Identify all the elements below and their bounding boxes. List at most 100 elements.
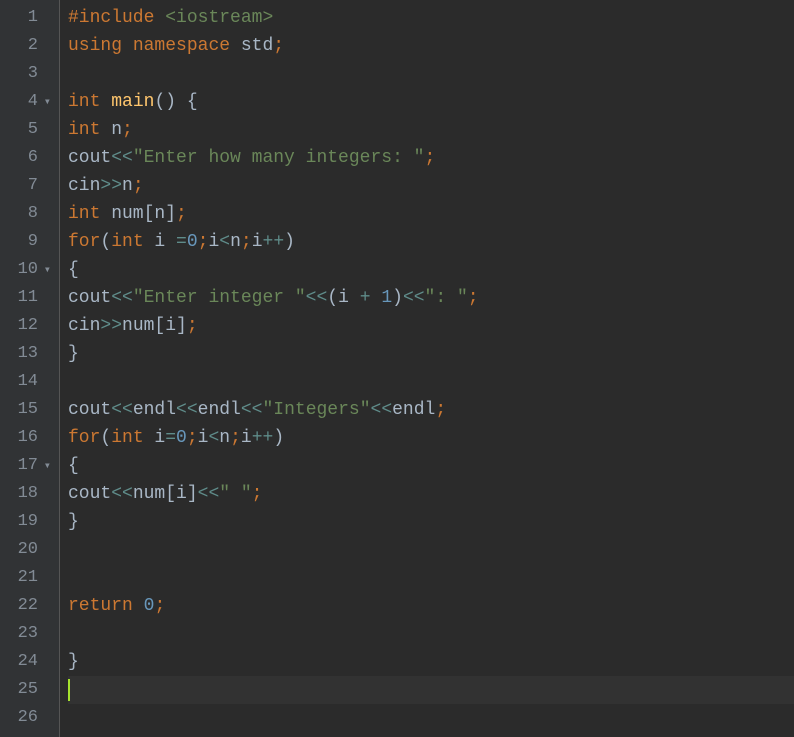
gutter-line[interactable]: 19 [4,508,51,536]
code-line[interactable] [68,676,794,704]
code-line[interactable]: for(int i =0;i<n;i++) [68,228,794,256]
code-token: } [68,340,79,368]
gutter-line[interactable]: 15 [4,396,51,424]
gutter-line[interactable]: 16 [4,424,51,452]
code-line[interactable] [68,620,794,648]
code-token: int [68,200,100,228]
code-token [154,4,165,32]
code-token: int [111,424,143,452]
gutter-line[interactable]: 9 [4,228,51,256]
code-token: ) [284,228,295,256]
code-line[interactable]: int n; [68,116,794,144]
code-token: ; [468,284,479,312]
code-token: cin [68,312,100,340]
code-token: i [208,228,219,256]
gutter-line[interactable]: 5 [4,116,51,144]
line-number: 26 [18,704,38,732]
code-token: ; [187,424,198,452]
gutter-line[interactable]: 22 [4,592,51,620]
code-line[interactable] [68,368,794,396]
code-line[interactable]: } [68,340,794,368]
gutter-line[interactable]: 21 [4,564,51,592]
code-token: using [68,32,122,60]
code-line[interactable]: return 0; [68,592,794,620]
gutter-line[interactable]: 13 [4,340,51,368]
code-line[interactable]: using namespace std; [68,32,794,60]
code-token: { [68,452,79,480]
code-token: cout [68,396,111,424]
code-token: { [68,256,79,284]
code-editor-area[interactable]: #include <iostream>using namespace std; i… [60,0,794,737]
gutter-line[interactable]: 24 [4,648,51,676]
gutter-line[interactable]: 14 [4,368,51,396]
code-token: + [360,284,371,312]
gutter-line[interactable]: 6 [4,144,51,172]
code-line[interactable]: cout<<endl<<endl<<"Integers"<<endl; [68,396,794,424]
code-token: >> [100,172,122,200]
code-line[interactable]: int num[n]; [68,200,794,228]
line-number: 14 [18,368,38,396]
code-token: 1 [381,284,392,312]
code-token: ; [154,592,165,620]
gutter-line[interactable]: 10▾ [4,256,51,284]
line-number: 21 [18,564,38,592]
code-token: << [111,284,133,312]
code-token: n [219,424,230,452]
code-token: for [68,424,100,452]
gutter-line[interactable]: 7 [4,172,51,200]
code-line[interactable]: cout<<num[i]<<" "; [68,480,794,508]
code-line[interactable]: for(int i=0;i<n;i++) [68,424,794,452]
code-token: ; [241,228,252,256]
code-line[interactable]: cout<<"Enter how many integers: "; [68,144,794,172]
code-line[interactable] [68,60,794,88]
gutter-line[interactable]: 8 [4,200,51,228]
code-line[interactable]: cin>>n; [68,172,794,200]
gutter-line[interactable]: 20 [4,536,51,564]
code-token: ": " [425,284,468,312]
fold-marker-icon[interactable]: ▾ [41,452,51,480]
code-token: i [338,284,360,312]
code-token: 0 [176,424,187,452]
code-token [371,284,382,312]
code-token [122,32,133,60]
code-token: cout [68,144,111,172]
gutter-line[interactable]: 17▾ [4,452,51,480]
line-number-gutter[interactable]: 1234▾5678910▾11121314151617▾181920212223… [0,0,60,737]
code-line[interactable]: } [68,508,794,536]
gutter-line[interactable]: 1 [4,4,51,32]
code-line[interactable]: cout<<"Enter integer "<<(i + 1)<<": "; [68,284,794,312]
code-token: "Enter integer " [133,284,306,312]
gutter-line[interactable]: 26 [4,704,51,732]
code-line[interactable]: { [68,256,794,284]
line-number: 4 [28,88,38,116]
code-token: ( [100,424,111,452]
gutter-line[interactable]: 18 [4,480,51,508]
line-number: 2 [28,32,38,60]
code-line[interactable]: int main() { [68,88,794,116]
code-token: << [403,284,425,312]
code-token: namespace [133,32,230,60]
code-token: { [187,88,198,116]
code-token: endl [198,396,241,424]
code-token [100,88,111,116]
code-line[interactable]: cin>>num[i]; [68,312,794,340]
code-line[interactable]: { [68,452,794,480]
gutter-line[interactable]: 25 [4,676,51,704]
gutter-line[interactable]: 2 [4,32,51,60]
code-token: ; [435,396,446,424]
code-token: } [68,648,79,676]
code-line[interactable] [68,704,794,732]
fold-marker-icon[interactable]: ▾ [41,88,51,116]
code-line[interactable]: #include <iostream> [68,4,794,32]
gutter-line[interactable]: 23 [4,620,51,648]
code-line[interactable] [68,536,794,564]
code-token: 0 [187,228,198,256]
fold-marker-icon[interactable]: ▾ [41,256,51,284]
code-line[interactable]: } [68,648,794,676]
gutter-line[interactable]: 4▾ [4,88,51,116]
gutter-line[interactable]: 3 [4,60,51,88]
gutter-line[interactable]: 11 [4,284,51,312]
code-line[interactable] [68,564,794,592]
gutter-line[interactable]: 12 [4,312,51,340]
code-token: ; [176,200,187,228]
